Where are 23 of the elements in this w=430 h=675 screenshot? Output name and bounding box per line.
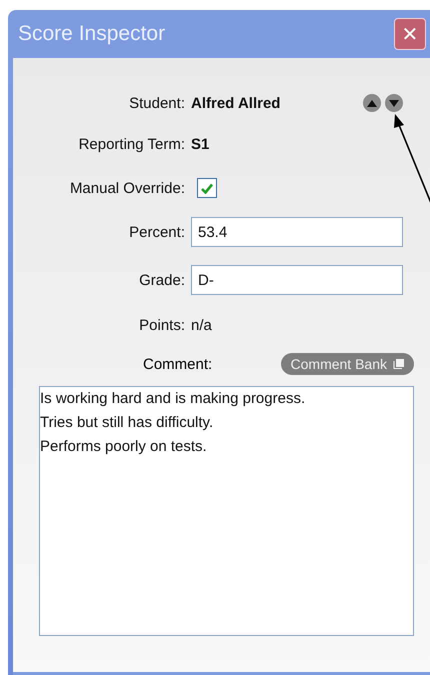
grade-field[interactable]: D-: [191, 265, 403, 295]
checkmark-icon: [201, 182, 213, 194]
reporting-term-value: S1: [191, 136, 210, 152]
manual-override-checkbox[interactable]: [197, 178, 217, 198]
previous-student-button[interactable]: [363, 94, 381, 112]
comment-field[interactable]: Is working hard and is making progress. Tries but still has difficulty. Performs poorly on tests.: [39, 386, 414, 636]
comment-bank-button[interactable]: Comment Bank: [280, 353, 414, 375]
points-label: Points:: [139, 316, 185, 334]
comment-label: Comment:: [143, 356, 212, 372]
up-triangle-icon: [367, 100, 377, 106]
grade-label: Grade:: [139, 272, 185, 288]
manual-override-label: Manual Override:: [70, 180, 185, 196]
student-label: Student:: [129, 94, 185, 112]
next-student-button[interactable]: [385, 94, 403, 112]
percent-field[interactable]: 53.4: [191, 217, 403, 247]
reporting-term-label: Reporting Term:: [78, 136, 185, 152]
window-title: Score Inspector: [18, 22, 166, 46]
student-name: Alfred Allred: [191, 94, 280, 112]
percent-label: Percent:: [129, 224, 185, 240]
window-icon: [393, 359, 404, 369]
points-value: n/a: [191, 316, 212, 334]
close-button[interactable]: ✕: [394, 18, 426, 50]
down-triangle-icon: [389, 100, 399, 106]
